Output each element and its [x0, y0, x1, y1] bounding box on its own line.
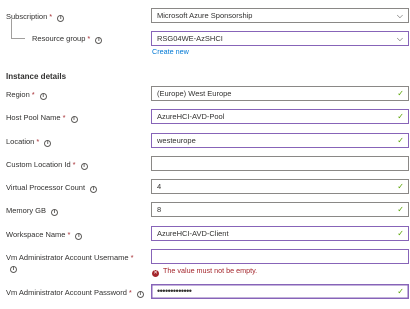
host-pool-field[interactable]: ✓ [151, 109, 409, 124]
region-label: Region * i [6, 90, 47, 100]
info-icon[interactable]: i [39, 93, 47, 100]
check-icon: ✓ [397, 136, 404, 145]
info-icon[interactable]: i [10, 266, 17, 273]
vm-admin-password-field[interactable]: ••••••••••••• ✓ [151, 284, 409, 299]
subscription-label: Subscription * i [6, 12, 65, 22]
section-title: Instance details [6, 72, 67, 81]
region-field[interactable]: ✓ [151, 86, 409, 101]
chevron-down-icon: ⌵ [396, 34, 403, 43]
info-icon[interactable]: i [70, 116, 78, 123]
memory-input[interactable] [157, 205, 387, 214]
resource-group-label: Resource group * i [32, 34, 103, 44]
create-new-link[interactable]: Create new [152, 47, 189, 56]
resource-group-select[interactable]: RSG04WE-AzSHCI ⌵ [151, 31, 409, 46]
info-icon[interactable]: i [136, 291, 144, 298]
check-icon: ✓ [397, 112, 404, 121]
chevron-down-icon: ⌵ [396, 11, 403, 20]
info-icon[interactable]: i [80, 163, 88, 170]
validation-error: ✕ The value must not be empty. [152, 266, 257, 277]
custom-location-label: Custom Location Id * i [6, 160, 88, 170]
vm-admin-password-input[interactable]: ••••••••••••• [157, 286, 192, 296]
vcpu-input[interactable] [157, 182, 387, 191]
vcpu-field[interactable]: ✓ [151, 179, 409, 194]
tree-connector [11, 38, 25, 39]
subscription-select[interactable]: Microsoft Azure Sponsorship ⌵ [151, 8, 409, 23]
location-input[interactable] [157, 136, 387, 145]
workspace-input[interactable] [157, 229, 387, 238]
host-pool-input[interactable] [157, 112, 387, 121]
check-icon: ✓ [397, 229, 404, 238]
tree-connector [11, 19, 12, 38]
vcpu-label: Virtual Processor Count i [6, 183, 98, 193]
region-input[interactable] [157, 89, 387, 98]
error-message: The value must not be empty. [163, 266, 258, 275]
memory-field[interactable]: ✓ [151, 202, 409, 217]
vm-admin-username-input[interactable] [157, 252, 387, 261]
info-icon[interactable]: i [51, 209, 59, 216]
error-icon: ✕ [152, 270, 159, 277]
check-icon: ✓ [397, 287, 404, 296]
subscription-value: Microsoft Azure Sponsorship [157, 11, 253, 20]
custom-location-field[interactable] [151, 156, 409, 171]
vm-admin-username-field[interactable] [151, 249, 409, 264]
location-field[interactable]: ✓ [151, 133, 409, 148]
check-icon: ✓ [397, 89, 404, 98]
check-icon: ✓ [397, 205, 404, 214]
memory-label: Memory GB i [6, 206, 59, 216]
vm-admin-username-label: Vm Administrator Account Username * [6, 253, 134, 262]
custom-location-input[interactable] [157, 159, 387, 168]
info-icon[interactable]: i [95, 37, 103, 44]
vm-admin-password-label: Vm Administrator Account Password * i [6, 288, 144, 298]
location-label: Location * i [6, 137, 52, 147]
check-icon: ✓ [397, 182, 404, 191]
vm-admin-username-info: i [5, 263, 17, 273]
info-icon[interactable]: i [90, 186, 98, 193]
info-icon[interactable]: i [57, 15, 65, 22]
info-icon[interactable]: i [75, 233, 83, 240]
host-pool-label: Host Pool Name * i [6, 113, 78, 123]
info-icon[interactable]: i [44, 140, 52, 147]
workspace-field[interactable]: ✓ [151, 226, 409, 241]
resource-group-value: RSG04WE-AzSHCI [157, 34, 223, 43]
workspace-label: Workspace Name * i [6, 230, 83, 240]
